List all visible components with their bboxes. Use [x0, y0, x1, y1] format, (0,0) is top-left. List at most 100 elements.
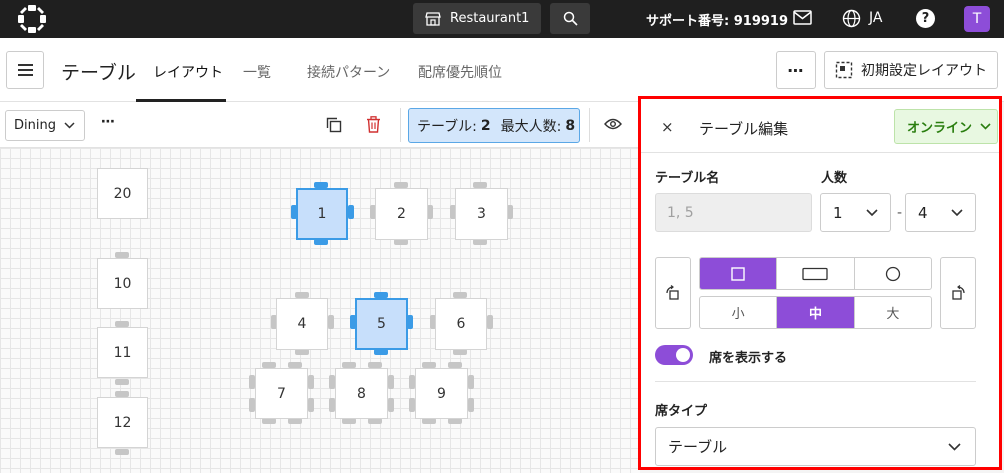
- layout-toolbar: Dining ⋯ テーブル: 2 最大人数: 8: [0, 102, 640, 148]
- max-people-select[interactable]: 4: [905, 193, 976, 232]
- language-selector[interactable]: JA: [869, 10, 882, 26]
- range-separator: -: [897, 205, 903, 221]
- table-name-label: テーブル名: [655, 171, 720, 186]
- panel-divider: [641, 152, 999, 153]
- layout-icon: [835, 61, 853, 79]
- seat: [348, 205, 354, 219]
- toolbar-divider: [589, 108, 590, 142]
- seat-type-label: 席タイプ: [655, 404, 708, 419]
- table-8[interactable]: 8: [335, 368, 388, 419]
- seat: [308, 375, 314, 389]
- size-small-option[interactable]: 小: [700, 297, 778, 328]
- trash-icon[interactable]: [366, 116, 381, 133]
- seat: [115, 379, 129, 385]
- area-select-value: Dining: [14, 118, 56, 133]
- search-button[interactable]: [550, 3, 590, 34]
- user-avatar[interactable]: T: [964, 6, 990, 32]
- selection-summary: テーブル: 2 最大人数: 8: [408, 108, 580, 143]
- online-status-label: オンライン: [907, 121, 973, 136]
- size-medium-option[interactable]: 中: [777, 297, 855, 328]
- online-status-dropdown[interactable]: オンライン: [894, 109, 998, 144]
- max-people-value: 4: [918, 203, 928, 222]
- panel-divider: [655, 381, 976, 382]
- store-icon: [425, 11, 441, 26]
- rotate-left-icon: [666, 285, 679, 300]
- toolbar-divider: [400, 108, 401, 142]
- min-people-value: 1: [833, 203, 843, 222]
- table-5[interactable]: 5: [355, 298, 408, 350]
- chevron-down-icon: [980, 123, 991, 130]
- seat-type-select[interactable]: テーブル: [655, 427, 976, 466]
- rotate-right-button[interactable]: [940, 257, 976, 329]
- size-large-option[interactable]: 大: [855, 297, 931, 328]
- tab-list[interactable]: 一覧: [243, 62, 271, 82]
- initial-layout-label: 初期設定レイアウト: [861, 63, 987, 79]
- top-bar: Restaurant1 サポート番号: 919919 JA ? T: [0, 0, 1004, 38]
- tab-seating-priority[interactable]: 配席優先順位: [418, 62, 502, 82]
- hamburger-menu-button[interactable]: [6, 51, 44, 89]
- seat: [487, 315, 493, 329]
- search-icon: [563, 11, 578, 26]
- shape-circle-option[interactable]: [855, 258, 931, 289]
- table-name-input[interactable]: 1, 5: [655, 193, 812, 232]
- tab-layout[interactable]: レイアウト: [153, 62, 223, 82]
- seat: [388, 375, 394, 389]
- tab-connection-patterns[interactable]: 接続パターン: [307, 62, 390, 82]
- min-people-select[interactable]: 1: [820, 193, 891, 232]
- eye-icon[interactable]: [604, 118, 622, 130]
- max-people-count: 8: [565, 117, 576, 134]
- table-1[interactable]: 1: [296, 188, 348, 240]
- table-7[interactable]: 7: [255, 368, 308, 419]
- square-icon: [731, 266, 745, 281]
- people-count-label: 人数: [821, 171, 848, 186]
- table-count: 2: [480, 117, 491, 134]
- table-count-label: テーブル:: [417, 118, 477, 135]
- show-seats-toggle[interactable]: [655, 345, 693, 365]
- table-12[interactable]: 12: [97, 397, 148, 448]
- panel-title: テーブル編集: [699, 120, 789, 138]
- seat: [308, 398, 314, 412]
- shape-rectangle-option[interactable]: [777, 258, 855, 289]
- app-logo-icon[interactable]: [18, 5, 46, 33]
- mail-icon[interactable]: [793, 10, 812, 25]
- table-2[interactable]: 2: [375, 188, 428, 240]
- table-6[interactable]: 6: [435, 298, 487, 350]
- show-seats-label: 席を表示する: [709, 351, 788, 366]
- table-10[interactable]: 10: [97, 258, 148, 309]
- restaurant-name: Restaurant1: [450, 11, 530, 26]
- globe-icon[interactable]: [842, 9, 861, 28]
- table-shape-selector: [699, 257, 932, 290]
- toolbar-more-button[interactable]: ⋯: [101, 114, 116, 130]
- circle-icon: [885, 266, 900, 281]
- table-size-selector: 小 中 大: [699, 296, 932, 329]
- table-edit-panel: × テーブル編集 オンライン テーブル名 人数 1, 5 1 - 4 小 中 大…: [638, 96, 1002, 470]
- chevron-down-icon: [948, 442, 961, 451]
- copy-icon[interactable]: [326, 117, 342, 133]
- shape-square-option[interactable]: [700, 258, 778, 289]
- table-20[interactable]: 20: [97, 168, 148, 219]
- seat: [468, 398, 474, 412]
- table-11[interactable]: 11: [97, 327, 148, 378]
- table-3[interactable]: 3: [455, 188, 508, 240]
- seat: [328, 315, 334, 329]
- table-9[interactable]: 9: [415, 368, 468, 419]
- seat: [388, 398, 394, 412]
- more-options-button[interactable]: ⋯: [776, 51, 816, 89]
- rectangle-icon: [802, 267, 829, 280]
- rotate-left-button[interactable]: [655, 257, 691, 329]
- close-icon[interactable]: ×: [661, 118, 674, 136]
- restaurant-switcher-button[interactable]: Restaurant1: [413, 3, 541, 34]
- table-4[interactable]: 4: [276, 298, 328, 350]
- page-header: テーブル レイアウト 一覧 接続パターン 配席優先順位 ⋯ 初期設定レイアウト: [0, 38, 1004, 102]
- chevron-down-icon: [951, 209, 963, 216]
- max-people-label: 最大人数:: [500, 118, 562, 135]
- seat: [468, 375, 474, 389]
- area-select[interactable]: Dining: [5, 110, 85, 141]
- support-number: サポート番号: 919919: [646, 14, 788, 29]
- chevron-down-icon: [866, 209, 878, 216]
- page-title: テーブル: [61, 62, 136, 84]
- floor-plan-canvas[interactable]: 20 10 11 12 1 2 3 4 5 6 7 8 9: [0, 148, 640, 473]
- seat-type-value: テーブル: [668, 438, 728, 456]
- help-icon[interactable]: ?: [916, 9, 935, 28]
- initial-layout-button[interactable]: 初期設定レイアウト: [824, 51, 998, 89]
